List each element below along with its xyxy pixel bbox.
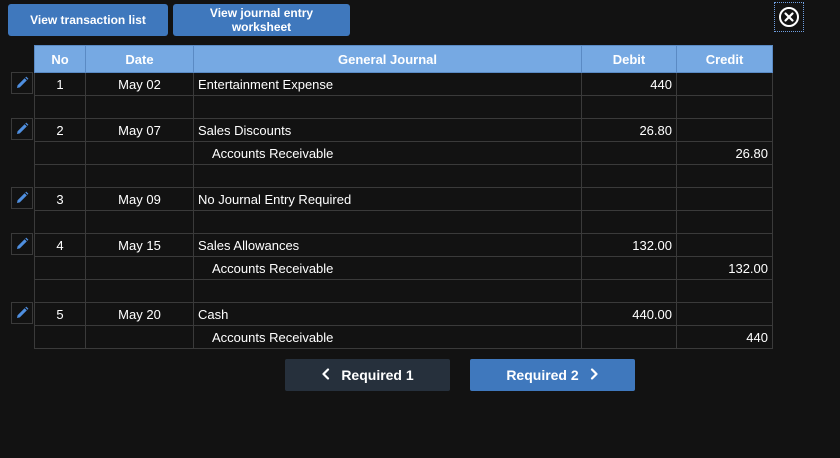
column-header-credit: Credit	[676, 45, 773, 73]
table-row: Accounts Receivable 132.00	[34, 256, 773, 280]
row-credit-cell[interactable]	[676, 302, 773, 326]
row-no-cell[interactable]	[34, 256, 86, 280]
table-row	[34, 95, 773, 119]
row-debit-cell[interactable]: 132.00	[581, 233, 677, 257]
row-date-cell[interactable]	[85, 279, 194, 303]
row-debit-cell[interactable]	[581, 325, 677, 349]
close-circle-icon	[779, 7, 799, 27]
row-credit-cell[interactable]	[676, 164, 773, 188]
row-no-cell[interactable]	[34, 95, 86, 119]
row-debit-cell[interactable]	[581, 279, 677, 303]
column-header-debit: Debit	[581, 45, 677, 73]
row-date-cell[interactable]	[85, 141, 194, 165]
row-credit-cell[interactable]: 440	[676, 325, 773, 349]
next-button-label: Required 2	[506, 367, 579, 383]
general-journal-table: No Date General Journal Debit Credit 1 Ma…	[34, 45, 773, 349]
row-debit-cell[interactable]	[581, 141, 677, 165]
table-row: 3 May 09 No Journal Entry Required	[34, 187, 773, 211]
edit-entry-2-pencil-icon[interactable]	[11, 118, 33, 140]
row-date-cell[interactable]	[85, 256, 194, 280]
previous-button-label: Required 1	[341, 367, 414, 383]
column-header-date: Date	[85, 45, 194, 73]
close-button[interactable]	[774, 2, 804, 32]
row-account-cell[interactable]: Accounts Receivable	[193, 325, 582, 349]
edit-entry-3-pencil-icon[interactable]	[11, 187, 33, 209]
row-no-cell[interactable]	[34, 210, 86, 234]
row-no-cell[interactable]: 3	[34, 187, 86, 211]
row-debit-cell[interactable]	[581, 210, 677, 234]
row-account-cell[interactable]	[193, 164, 582, 188]
next-required-2-button[interactable]: Required 2	[470, 359, 635, 391]
row-no-cell[interactable]	[34, 279, 86, 303]
column-header-general-journal: General Journal	[193, 45, 582, 73]
table-row: Accounts Receivable 440	[34, 325, 773, 349]
row-credit-cell[interactable]	[676, 95, 773, 119]
table-row	[34, 210, 773, 234]
row-no-cell[interactable]: 4	[34, 233, 86, 257]
table-row: 2 May 07 Sales Discounts 26.80	[34, 118, 773, 142]
row-credit-cell[interactable]	[676, 233, 773, 257]
row-no-cell[interactable]	[34, 325, 86, 349]
row-no-cell[interactable]	[34, 164, 86, 188]
row-account-cell[interactable]	[193, 95, 582, 119]
row-credit-cell[interactable]	[676, 72, 773, 96]
column-header-no: No	[34, 45, 86, 73]
row-account-cell[interactable]: Entertainment Expense	[193, 72, 582, 96]
table-row: 1 May 02 Entertainment Expense 440	[34, 72, 773, 96]
view-transaction-list-button[interactable]: View transaction list	[8, 4, 168, 36]
row-credit-cell[interactable]	[676, 210, 773, 234]
row-date-cell[interactable]: May 09	[85, 187, 194, 211]
table-row	[34, 279, 773, 303]
view-journal-entry-worksheet-button[interactable]: View journal entry worksheet	[173, 4, 350, 36]
row-credit-cell[interactable]	[676, 279, 773, 303]
edit-entry-5-pencil-icon[interactable]	[11, 302, 33, 324]
table-header-row: No Date General Journal Debit Credit	[34, 45, 773, 73]
table-row: Accounts Receivable 26.80	[34, 141, 773, 165]
row-date-cell[interactable]: May 20	[85, 302, 194, 326]
chevron-left-icon	[321, 368, 331, 382]
row-account-cell[interactable]: Accounts Receivable	[193, 256, 582, 280]
row-debit-cell[interactable]	[581, 256, 677, 280]
row-date-cell[interactable]	[85, 164, 194, 188]
row-credit-cell[interactable]: 132.00	[676, 256, 773, 280]
row-account-cell[interactable]	[193, 210, 582, 234]
row-debit-cell[interactable]: 440	[581, 72, 677, 96]
previous-required-1-button[interactable]: Required 1	[285, 359, 450, 391]
row-account-cell[interactable]: No Journal Entry Required	[193, 187, 582, 211]
edit-entry-1-pencil-icon[interactable]	[11, 72, 33, 94]
row-no-cell[interactable]: 5	[34, 302, 86, 326]
table-row: 4 May 15 Sales Allowances 132.00	[34, 233, 773, 257]
row-account-cell[interactable]: Accounts Receivable	[193, 141, 582, 165]
row-no-cell[interactable]: 1	[34, 72, 86, 96]
edit-entry-4-pencil-icon[interactable]	[11, 233, 33, 255]
row-account-cell[interactable]: Cash	[193, 302, 582, 326]
row-date-cell[interactable]: May 02	[85, 72, 194, 96]
row-no-cell[interactable]	[34, 141, 86, 165]
row-credit-cell[interactable]: 26.80	[676, 141, 773, 165]
row-account-cell[interactable]	[193, 279, 582, 303]
chevron-right-icon	[589, 368, 599, 382]
row-debit-cell[interactable]: 440.00	[581, 302, 677, 326]
row-debit-cell[interactable]	[581, 187, 677, 211]
row-date-cell[interactable]	[85, 325, 194, 349]
row-debit-cell[interactable]: 26.80	[581, 118, 677, 142]
table-row	[34, 164, 773, 188]
row-debit-cell[interactable]	[581, 164, 677, 188]
row-date-cell[interactable]	[85, 210, 194, 234]
row-date-cell[interactable]: May 15	[85, 233, 194, 257]
row-date-cell[interactable]	[85, 95, 194, 119]
row-credit-cell[interactable]	[676, 187, 773, 211]
row-account-cell[interactable]: Sales Allowances	[193, 233, 582, 257]
row-date-cell[interactable]: May 07	[85, 118, 194, 142]
table-row: 5 May 20 Cash 440.00	[34, 302, 773, 326]
row-no-cell[interactable]: 2	[34, 118, 86, 142]
row-credit-cell[interactable]	[676, 118, 773, 142]
row-debit-cell[interactable]	[581, 95, 677, 119]
row-account-cell[interactable]: Sales Discounts	[193, 118, 582, 142]
